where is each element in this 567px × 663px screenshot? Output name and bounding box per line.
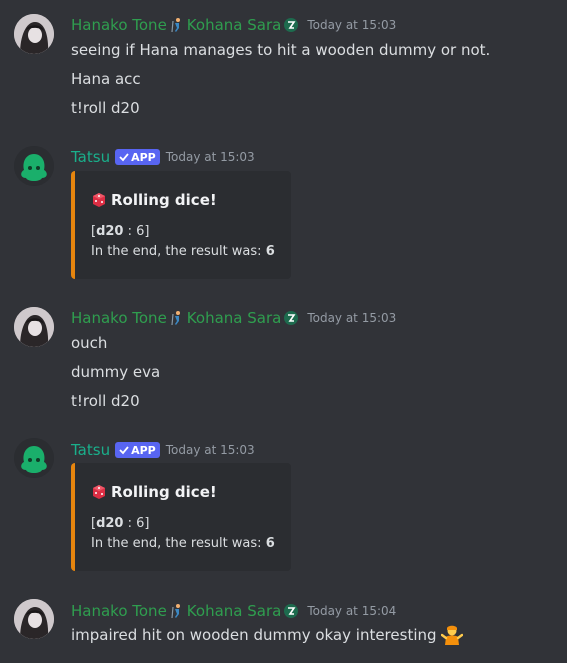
roll-value: 6 bbox=[136, 224, 145, 239]
checkmark-icon bbox=[119, 446, 129, 455]
role-icon bbox=[283, 17, 299, 33]
golfer-emoji-icon bbox=[169, 17, 185, 33]
avatar[interactable] bbox=[14, 14, 54, 54]
dice-embed: Rolling dice! [d20 : 6] In the end, the … bbox=[71, 463, 291, 571]
result-value: 6 bbox=[265, 244, 275, 259]
message-line: impaired hit on wooden dummy okay intere… bbox=[71, 625, 463, 645]
username[interactable]: Hanako Tone bbox=[71, 16, 167, 34]
game-die-icon bbox=[93, 193, 105, 207]
result-line: In the end, the result was: 6 bbox=[91, 244, 275, 259]
message-line: seeing if Hana manages to hit a wooden d… bbox=[71, 41, 491, 59]
embed-title-text: Rolling dice! bbox=[111, 483, 217, 501]
username[interactable]: Tatsu bbox=[71, 148, 110, 166]
message-header: Hanako Tone Kohana Sara Today at 15:03 bbox=[71, 15, 396, 35]
message-line: Hana acc bbox=[71, 70, 141, 88]
timestamp: Today at 15:03 bbox=[165, 443, 255, 457]
role-icon bbox=[283, 603, 299, 619]
username[interactable]: Hanako Tone bbox=[71, 602, 167, 620]
golfer-emoji-icon bbox=[169, 603, 185, 619]
app-badge: APP bbox=[115, 149, 160, 165]
badge-label: APP bbox=[131, 443, 156, 457]
checkmark-icon bbox=[119, 153, 129, 162]
timestamp: Today at 15:04 bbox=[307, 604, 397, 618]
avatar[interactable] bbox=[14, 307, 54, 347]
message-line: dummy eva bbox=[71, 363, 161, 381]
roll-sep: : bbox=[123, 224, 137, 239]
app-badge: APP bbox=[115, 442, 160, 458]
message-line: t!roll d20 bbox=[71, 99, 140, 117]
avatar[interactable] bbox=[14, 599, 54, 639]
username-suffix[interactable]: Kohana Sara bbox=[187, 16, 282, 34]
chat-log: Hanako Tone Kohana Sara Today at 15:03 s… bbox=[0, 0, 567, 663]
timestamp: Today at 15:03 bbox=[307, 311, 397, 325]
username[interactable]: Tatsu bbox=[71, 441, 110, 459]
message-header: Hanako Tone Kohana Sara Today at 15:04 bbox=[71, 601, 396, 621]
game-die-icon bbox=[93, 485, 105, 499]
result-text: In the end, the result was: bbox=[91, 244, 266, 259]
message-header: Tatsu APP Today at 15:03 bbox=[71, 147, 255, 167]
avatar[interactable] bbox=[14, 438, 54, 478]
golfer-emoji-icon bbox=[169, 310, 185, 326]
roll-line: [d20 : 6] bbox=[91, 516, 150, 531]
result-value: 6 bbox=[265, 536, 275, 551]
username[interactable]: Hanako Tone bbox=[71, 309, 167, 327]
avatar[interactable] bbox=[14, 146, 54, 186]
message-line: t!roll d20 bbox=[71, 392, 140, 410]
roll-value: 6 bbox=[136, 516, 145, 531]
badge-label: APP bbox=[131, 150, 156, 164]
username-suffix[interactable]: Kohana Sara bbox=[187, 309, 282, 327]
roll-die: d20 bbox=[96, 224, 124, 239]
embed-title: Rolling dice! bbox=[91, 191, 217, 209]
shrug-emoji-icon bbox=[440, 625, 463, 645]
message-line: ouch bbox=[71, 334, 108, 352]
embed-title: Rolling dice! bbox=[91, 483, 217, 501]
role-icon bbox=[283, 310, 299, 326]
timestamp: Today at 15:03 bbox=[165, 150, 255, 164]
result-line: In the end, the result was: 6 bbox=[91, 536, 275, 551]
dice-embed: Rolling dice! [d20 : 6] In the end, the … bbox=[71, 171, 291, 279]
message-header: Tatsu APP Today at 15:03 bbox=[71, 440, 255, 460]
message-text: impaired hit on wooden dummy okay intere… bbox=[71, 626, 437, 644]
username-suffix[interactable]: Kohana Sara bbox=[187, 602, 282, 620]
roll-line: [d20 : 6] bbox=[91, 224, 150, 239]
roll-sep: : bbox=[123, 516, 137, 531]
message-header: Hanako Tone Kohana Sara Today at 15:03 bbox=[71, 308, 396, 328]
timestamp: Today at 15:03 bbox=[307, 18, 397, 32]
roll-die: d20 bbox=[96, 516, 124, 531]
embed-title-text: Rolling dice! bbox=[111, 191, 217, 209]
result-text: In the end, the result was: bbox=[91, 536, 266, 551]
